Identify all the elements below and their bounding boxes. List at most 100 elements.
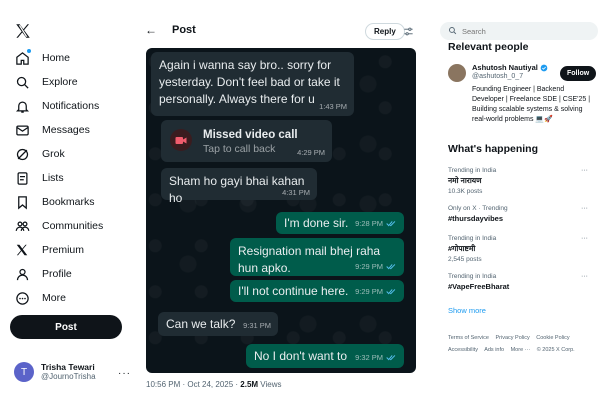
communities-icon [14,218,30,234]
mail-icon [14,122,30,138]
nav-label: Messages [42,124,90,136]
trend-context: Trending in India [448,273,497,280]
trend-name: #thursdayvibes [448,214,504,223]
nav-communities[interactable]: Communities [14,216,103,236]
footer-link[interactable]: Terms of Service [448,335,489,341]
trend-item[interactable]: Trending in India नमो नारायण 10.3K posts… [448,167,598,195]
footer-link[interactable]: Privacy Policy [496,335,530,341]
grok-icon [14,146,30,162]
message-text: No I don't want to [254,349,348,363]
message-time: 9:31 PM [243,320,271,330]
account-more-icon[interactable]: ··· [118,368,131,379]
nav-messages[interactable]: Messages [14,120,90,140]
message-text: I'm done sir. [284,216,349,230]
footer-copyright: © 2025 X Corp. [536,346,575,353]
post-timestamp[interactable]: 10:56 PM · Oct 24, 2025 · [146,380,240,389]
nav-label: Profile [42,268,72,280]
message-time: 9:29 PM [355,286,383,296]
more-icon[interactable]: ··· [581,273,588,280]
avatar[interactable] [448,64,466,82]
nav-more[interactable]: More [14,288,66,308]
nav-label: Bookmarks [42,196,95,208]
footer-link[interactable]: Accessibility [448,347,478,353]
more-circle-icon [14,290,30,306]
message-time: 9:29 PM [355,261,383,271]
account-switcher[interactable]: T Trisha Tewari @JournoTrisha [14,362,96,382]
back-arrow-icon[interactable]: ← [145,23,157,37]
whats-happening-heading: What's happening [448,143,538,155]
trend-count: 2,545 posts [448,256,482,263]
chat-message-outgoing: Resignation mail bhej raha hun apko. 9:2… [230,238,404,276]
message-text: I'll not continue here. [238,284,349,298]
message-text: Again i wanna say bro.. sorry for yester… [159,58,340,106]
sliders-icon[interactable] [403,26,414,40]
x-icon [14,242,30,258]
nav-label: Premium [42,244,85,256]
video-camera-icon [170,129,192,151]
search-input[interactable] [462,26,582,36]
follow-button[interactable]: Follow [560,66,597,81]
nav-bookmarks[interactable]: Bookmarks [14,192,95,212]
home-icon [14,49,31,66]
views-label: Views [258,380,282,389]
message-time: 1:43 PM [319,101,347,111]
nav-label: Lists [42,172,64,184]
main-column: ← Post Reply Again i wanna say bro.. sor… [135,0,430,400]
message-time: 4:29 PM [297,147,325,157]
relevant-person-bio: Founding Engineer | Backend Developer | … [472,86,591,124]
nav-label: Communities [42,220,104,232]
nav-lists[interactable]: Lists [14,168,64,188]
nav-label: Home [42,52,71,64]
person-name: Ashutosh Nautiyal [472,63,538,72]
show-more-link[interactable]: Show more [448,306,486,315]
search-icon [448,22,457,40]
more-icon[interactable]: ··· [581,235,588,242]
trend-item[interactable]: Only on X · Trending #thursdayvibes ··· [448,205,598,223]
relevant-person-handle: @ashutosh_0_7 [472,73,524,80]
nav-label: More [42,292,66,304]
chat-screenshot-image[interactable]: Again i wanna say bro.. sorry for yester… [146,48,416,373]
relevant-person-name[interactable]: Ashutosh Nautiyal [472,63,548,72]
footer-link[interactable]: Ads info [484,347,504,353]
trend-item[interactable]: Trending in India #गोपाष्टमी 2,545 posts… [448,235,598,263]
call-title: Missed video call [203,129,298,141]
message-time: 9:28 PM [355,218,383,228]
message-time: 4:31 PM [282,187,310,197]
call-subtitle: Tap to call back [203,143,276,155]
x-logo-icon[interactable] [14,22,32,40]
message-text: Can we talk? [166,317,236,331]
nav-grok[interactable]: Grok [14,144,65,164]
bookmark-icon [14,194,30,210]
post-header: ← Post Reply [135,0,430,44]
nav-premium[interactable]: Premium [14,240,84,260]
post-button[interactable]: Post [10,315,122,339]
read-ticks-icon [386,289,396,295]
views-count: 2.5M [240,380,259,389]
person-icon [14,266,30,282]
trend-count: 10.3K posts [448,188,483,195]
nav-explore[interactable]: Explore [14,72,78,92]
read-ticks-icon [386,221,396,227]
nav-notifications[interactable]: Notifications [14,96,99,116]
account-name: Trisha Tewari [41,361,95,372]
read-ticks-icon [386,355,396,361]
chat-message-outgoing: I'm done sir. 9:28 PM [276,212,404,234]
trend-name: #VapeFreeBharat [448,282,510,291]
chat-message-incoming: Can we talk? 9:31 PM [158,312,278,336]
left-sidebar: Home Explore Notifications Messages Grok… [0,0,135,400]
more-icon[interactable]: ··· [581,205,588,212]
footer-link[interactable]: Cookie Policy [536,335,569,341]
search-box[interactable] [440,22,598,40]
footer-link[interactable]: More ··· [511,347,531,353]
avatar: T [14,362,34,382]
nav-home[interactable]: Home [14,48,70,68]
chat-message-incoming: Again i wanna say bro.. sorry for yester… [151,52,354,116]
nav-label: Explore [42,76,78,88]
footer-links: Terms of Service Privacy Policy Cookie P… [448,333,598,356]
trend-item[interactable]: Trending in India #VapeFreeBharat ··· [448,273,598,291]
nav-profile[interactable]: Profile [14,264,72,284]
notification-dot [27,49,31,53]
more-icon[interactable]: ··· [581,167,588,174]
nav-label: Grok [42,148,65,160]
reply-button[interactable]: Reply [365,23,405,40]
